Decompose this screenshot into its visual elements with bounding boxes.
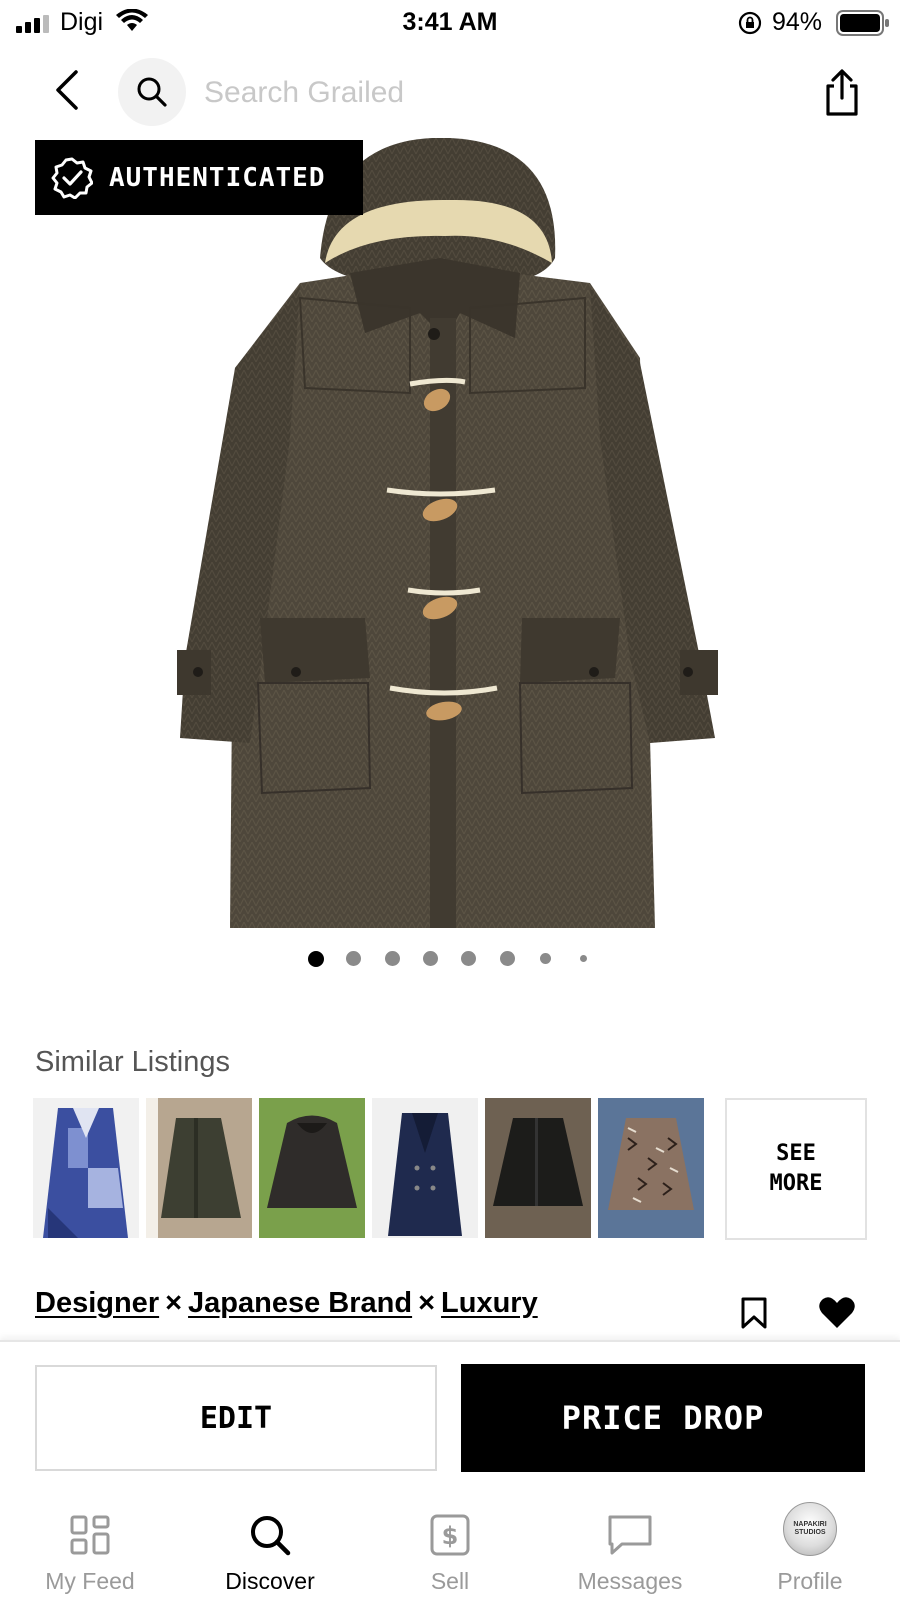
clock: 3:41 AM [402,8,498,36]
similar-listing-thumbnail[interactable] [372,1098,478,1238]
carousel-dot[interactable] [423,951,438,966]
carousel-dot[interactable] [540,953,551,964]
tab-my-feed[interactable]: My Feed [0,1506,180,1600]
similar-listing-thumbnail[interactable] [259,1098,365,1238]
svg-text:$: $ [442,1522,459,1550]
authenticated-badge: AUTHENTICATED [35,140,363,215]
share-icon[interactable] [820,68,864,118]
badge-label: AUTHENTICATED [109,162,326,193]
verified-check-icon [51,157,93,199]
search-icon [137,77,167,107]
carousel-dot[interactable] [580,955,587,962]
grid-icon [70,1515,110,1555]
similar-listing-thumbnail[interactable] [598,1098,704,1238]
carousel-dot[interactable] [461,951,476,966]
designer-separator: × [418,1287,436,1319]
price-drop-button[interactable]: PRICE DROP [461,1364,865,1472]
top-navigation [0,56,900,126]
search-input[interactable] [202,72,726,114]
edit-button[interactable]: EDIT [35,1365,437,1471]
listing-action-bar: EDIT PRICE DROP [0,1340,900,1494]
tab-discover[interactable]: Discover [180,1506,360,1600]
designer-link[interactable]: Luxury [441,1287,538,1319]
tab-label: My Feed [45,1568,135,1594]
avatar: NAPAKIRI STUDIOS [783,1502,837,1556]
status-bar: Digi 3:41 AM 94% [0,0,900,46]
carousel-dot[interactable] [500,951,515,966]
tab-label: Messages [577,1568,683,1594]
product-photo[interactable] [0,138,900,958]
tab-profile[interactable]: NAPAKIRI STUDIOS Profile [720,1502,900,1600]
tab-label: Sell [430,1568,470,1594]
similar-listings-carousel: SEE MORE [33,1098,873,1240]
tab-messages[interactable]: Messages [540,1506,720,1600]
bookmark-icon[interactable] [740,1296,768,1330]
search-bar[interactable] [118,58,738,126]
image-carousel-indicator[interactable] [0,951,900,971]
dollar-icon: $ [430,1514,470,1556]
carousel-dot[interactable] [308,951,324,967]
bottom-tab-bar: My Feed Discover $ Sell Messages NAPAKIR… [0,1494,900,1600]
designer-link[interactable]: Designer [35,1287,159,1319]
back-chevron-icon[interactable] [50,68,86,112]
designer-link[interactable]: Japanese Brand [188,1287,412,1319]
see-more-button[interactable]: SEE MORE [725,1098,867,1240]
carousel-dot[interactable] [385,951,400,966]
battery-percent: 94% [772,8,823,36]
carousel-dot[interactable] [346,951,361,966]
tab-label: Discover [225,1568,315,1594]
designer-links: Designer × Japanese Brand × Luxury [35,1287,538,1320]
search-button[interactable] [118,58,186,126]
search-icon [251,1516,291,1556]
see-more-label-line2: MORE [769,1171,823,1196]
rotation-lock-icon [738,11,762,35]
similar-listings-title: Similar Listings [35,1046,230,1078]
tab-label: Profile [777,1568,843,1594]
heart-icon[interactable] [818,1296,856,1330]
battery-icon [836,10,889,36]
designer-separator: × [165,1287,183,1319]
similar-listing-thumbnail[interactable] [485,1098,591,1238]
similar-listing-thumbnail[interactable] [146,1098,252,1238]
chat-icon [608,1515,652,1555]
see-more-label-line1: SEE [776,1141,816,1166]
tab-sell[interactable]: $ Sell [360,1506,540,1600]
similar-listing-thumbnail[interactable] [33,1098,139,1238]
